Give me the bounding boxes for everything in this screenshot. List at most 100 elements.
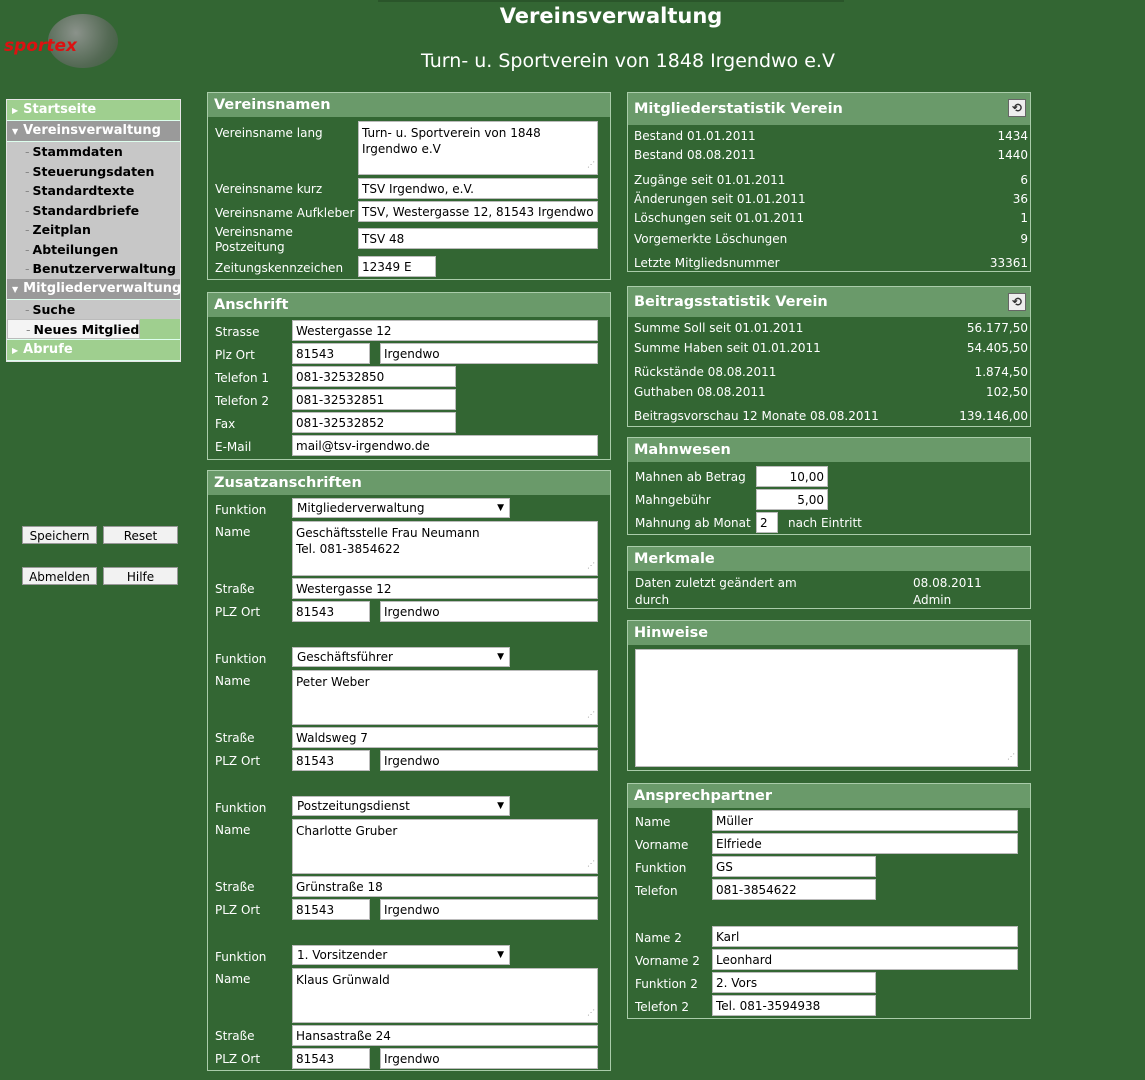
nav-item-startseite[interactable]: ▶ Startseite	[7, 100, 180, 121]
panel-title: Hinweise	[628, 621, 1030, 645]
ansprechpartner-name-2-input[interactable]: Karl	[712, 926, 1018, 947]
bullet-dash-icon: -	[25, 202, 30, 218]
strasse-input[interactable]: Hansastraße 24	[292, 1025, 598, 1046]
strasse-input[interactable]: Westergasse 12	[292, 320, 598, 341]
vereinsname-postzeitung-input[interactable]: TSV 48	[358, 228, 598, 249]
ort-input[interactable]: Irgendwo	[380, 1048, 598, 1069]
strasse-input[interactable]: Westergasse 12	[292, 578, 598, 599]
email-input[interactable]: mail@tsv-irgendwo.de	[292, 435, 598, 456]
textarea-value: Charlotte Gruber	[296, 824, 398, 838]
telefon-2-input[interactable]: 081-32532851	[292, 389, 456, 410]
label-fax: Fax	[215, 417, 236, 431]
reset-button[interactable]: Reset	[103, 526, 178, 544]
funktion-select[interactable]: Mitgliederverwaltung ▼	[292, 498, 510, 518]
ort-input[interactable]: Irgendwo	[380, 343, 598, 364]
label-vorname-2: Vorname 2	[635, 954, 700, 968]
nav-subitem-standardtexte[interactable]: - Standardtexte	[7, 181, 180, 201]
durch-value: Admin	[913, 593, 952, 607]
hinweise-textarea[interactable]: ⋰	[635, 649, 1018, 767]
fax-input[interactable]: 081-32532852	[292, 412, 456, 433]
panel-merkmale: Merkmale Daten zuletzt geändert am 08.08…	[627, 546, 1031, 609]
ansprechpartner-vorname-2-input[interactable]: Leonhard	[712, 949, 1018, 970]
vereinsname-aufkleber-input[interactable]: TSV, Westergasse 12, 81543 Irgendwo	[358, 201, 598, 222]
mahnung-ab-monat-input[interactable]: 2	[756, 512, 778, 533]
name-textarea[interactable]: Geschäftsstelle Frau Neumann Tel. 081-38…	[292, 521, 598, 576]
nav-subitem-neues-mitglied[interactable]: - Neues Mitglied	[7, 319, 141, 339]
refresh-icon[interactable]: ⟲	[1008, 293, 1026, 311]
plz-input[interactable]: 81543	[292, 343, 370, 364]
save-button[interactable]: Speichern	[22, 526, 97, 544]
dropdown-arrow-icon[interactable]: ▼	[497, 499, 504, 518]
funktion-select[interactable]: Geschäftsführer ▼	[292, 647, 510, 667]
nav-subitem-suche[interactable]: - Suche	[7, 300, 180, 320]
label-name: Name	[215, 823, 251, 837]
plz-input[interactable]: 81543	[292, 899, 370, 920]
name-textarea[interactable]: Charlotte Gruber ⋰	[292, 819, 598, 874]
plz-input[interactable]: 81543	[292, 1048, 370, 1069]
stat-value: 1.874,50	[974, 365, 1028, 379]
nav-subitem-standardbriefe[interactable]: - Standardbriefe	[7, 201, 180, 221]
dropdown-arrow-icon[interactable]: ▼	[497, 946, 504, 965]
nav-item-vereinsverwaltung[interactable]: ▼ Vereinsverwaltung	[7, 121, 180, 142]
stat-value: 54.405,50	[966, 341, 1028, 355]
nav-subitem-benutzerverwaltung[interactable]: - Benutzerverwaltung	[7, 259, 180, 279]
select-value: Postzeitungsdienst	[297, 799, 410, 813]
mahnen-ab-betrag-input[interactable]: 10,00	[756, 466, 828, 487]
vereinsname-kurz-input[interactable]: TSV Irgendwo, e.V.	[358, 178, 598, 199]
ansprechpartner-name-input[interactable]: Müller	[712, 810, 1018, 831]
zeitungskennzeichen-input[interactable]: 12349 E	[358, 256, 436, 277]
funktion-select[interactable]: 1. Vorsitzender ▼	[292, 945, 510, 965]
ort-input[interactable]: Irgendwo	[380, 899, 598, 920]
panel-vereinsnamen: Vereinsnamen Vereinsname lang Turn- u. S…	[207, 92, 611, 280]
nav-subitem-abteilungen[interactable]: - Abteilungen	[7, 240, 180, 260]
textarea-value: Turn- u. Sportverein von 1848 Irgendwo e…	[362, 126, 541, 156]
ansprechpartner-vorname-input[interactable]: Elfriede	[712, 833, 1018, 854]
resize-grip-icon[interactable]: ⋰	[1007, 749, 1015, 765]
strasse-input[interactable]: Waldsweg 7	[292, 727, 598, 748]
stat-label: Löschungen seit 01.01.2011	[634, 211, 805, 225]
funktion-select[interactable]: Postzeitungsdienst ▼	[292, 796, 510, 816]
help-button[interactable]: Hilfe	[103, 567, 178, 585]
stat-label: Bestand 08.08.2011	[634, 148, 756, 162]
panel-title-text: Beitragsstatistik Verein	[634, 294, 828, 310]
nav-subitem-zeitplan[interactable]: - Zeitplan	[7, 220, 180, 240]
mahngebuehr-input[interactable]: 5,00	[756, 489, 828, 510]
ort-input[interactable]: Irgendwo	[380, 750, 598, 771]
ansprechpartner-funktion-2-input[interactable]: 2. Vors	[712, 972, 876, 993]
ansprechpartner-funktion-input[interactable]: GS	[712, 856, 876, 877]
resize-grip-icon[interactable]: ⋰	[587, 707, 595, 723]
bullet-dash-icon: -	[25, 222, 30, 237]
label-durch: durch	[635, 593, 670, 607]
resize-grip-icon[interactable]: ⋰	[587, 856, 595, 872]
plz-input[interactable]: 81543	[292, 601, 370, 622]
name-textarea[interactable]: Klaus Grünwald ⋰	[292, 968, 598, 1023]
nav-item-abrufe[interactable]: ▶ Abrufe	[7, 340, 180, 361]
resize-grip-icon[interactable]: ⋰	[587, 558, 595, 574]
name-textarea[interactable]: Peter Weber ⋰	[292, 670, 598, 725]
dropdown-arrow-icon[interactable]: ▼	[497, 648, 504, 667]
strasse-input[interactable]: Grünstraße 18	[292, 876, 598, 897]
nav-item-label: Startseite	[23, 102, 97, 117]
resize-grip-icon[interactable]: ⋰	[587, 157, 595, 173]
nav-item-mitgliederverwaltung[interactable]: ▼ Mitgliederverwaltung	[7, 278, 181, 300]
dropdown-arrow-icon[interactable]: ▼	[497, 797, 504, 816]
stat-value: 1434	[997, 129, 1028, 143]
nav-subitem-steuerungsdaten[interactable]: - Steuerungsdaten	[7, 162, 180, 182]
bullet-dash-icon: -	[25, 183, 30, 198]
label-strasse: Straße	[215, 1029, 255, 1043]
nav-subitem-stammdaten[interactable]: - Stammdaten	[7, 142, 180, 162]
ansprechpartner-telefon-2-input[interactable]: Tel. 081-3594938	[712, 995, 876, 1016]
resize-grip-icon[interactable]: ⋰	[587, 1005, 595, 1021]
panel-title: Mitgliederstatistik Verein ⟲	[628, 93, 1030, 125]
panel-title: Ansprechpartner	[628, 784, 1030, 808]
panel-title: Mahnwesen	[628, 438, 1030, 462]
telefon-1-input[interactable]: 081-32532850	[292, 366, 456, 387]
label-vereinsname-postzeitung: Vereinsname Postzeitung	[215, 225, 293, 254]
ort-input[interactable]: Irgendwo	[380, 601, 598, 622]
vereinsname-lang-textarea[interactable]: Turn- u. Sportverein von 1848 Irgendwo e…	[358, 121, 598, 175]
refresh-icon[interactable]: ⟲	[1008, 99, 1026, 117]
logout-button[interactable]: Abmelden	[22, 567, 97, 585]
ansprechpartner-telefon-input[interactable]: 081-3854622	[712, 879, 876, 900]
title-bar-accent	[378, 0, 844, 2]
plz-input[interactable]: 81543	[292, 750, 370, 771]
